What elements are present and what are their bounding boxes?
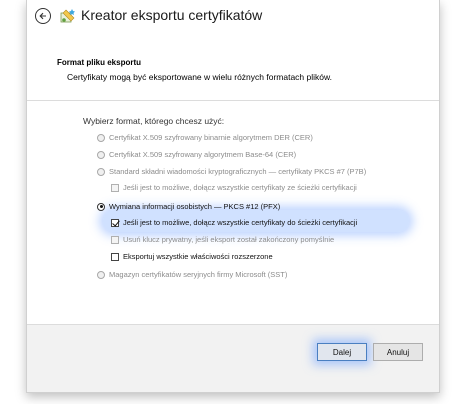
check-delete-private-key[interactable]: Usuń klucz prywatny, jeśli eksport zosta… <box>111 235 334 244</box>
back-button[interactable] <box>35 8 51 24</box>
checkbox[interactable] <box>111 183 119 192</box>
window-title: Kreator eksportu certyfikatów <box>81 7 263 23</box>
radio-button[interactable] <box>97 167 105 176</box>
radio-pkcs7-p7b[interactable]: Standard składni wiadomości kryptografic… <box>97 167 366 176</box>
checkbox[interactable] <box>111 235 119 244</box>
option-label: Magazyn certyfikatów seryjnych firmy Mic… <box>109 270 288 279</box>
check-pfx-include-path[interactable]: Jeśli jest to możliwe, dołącz wszystkie … <box>111 218 357 227</box>
radio-base64-cer[interactable]: Certyfikat X.509 szyfrowany algorytmem B… <box>97 150 296 159</box>
back-arrow-icon <box>39 12 46 20</box>
option-label: Standard składni wiadomości kryptografic… <box>109 167 367 176</box>
radio-button-selected[interactable] <box>97 202 105 211</box>
check-export-extended-properties[interactable]: Eksportuj wszystkie właściwości rozszerz… <box>111 252 273 261</box>
checkbox-checked[interactable] <box>111 218 119 227</box>
choose-format-label: Wybierz format, którego chcesz użyć: <box>83 116 225 126</box>
certificate-wizard-icon <box>60 9 75 23</box>
option-label: Wymiana informacji osobistych — PKCS #12… <box>109 202 281 211</box>
checkbox[interactable] <box>111 252 119 261</box>
section-description: Certyfikaty mogą być eksportowane w wiel… <box>67 72 333 82</box>
option-label: Certyfikat X.509 szyfrowany binarnie alg… <box>109 133 313 142</box>
option-label: Usuń klucz prywatny, jeśli eksport zosta… <box>123 235 335 244</box>
section-title: Format pliku eksportu <box>57 58 142 67</box>
wizard-content: Format pliku eksportu Certyfikaty mogą b… <box>27 34 439 325</box>
cancel-button[interactable]: Anuluj <box>373 343 423 361</box>
option-label: Certyfikat X.509 szyfrowany algorytmem B… <box>109 150 297 159</box>
wizard-window: Kreator eksportu certyfikatów Format pli… <box>26 0 440 393</box>
check-p7b-include-path[interactable]: Jeśli jest to możliwe, dołącz wszystkie … <box>111 183 357 192</box>
radio-button[interactable] <box>97 150 105 159</box>
title-bar: Kreator eksportu certyfikatów <box>27 0 439 34</box>
option-label: Eksportuj wszystkie właściwości rozszerz… <box>123 252 273 261</box>
header-separator <box>27 100 439 101</box>
radio-button[interactable] <box>97 270 105 279</box>
radio-pkcs12-pfx[interactable]: Wymiana informacji osobistych — PKCS #12… <box>97 202 280 211</box>
radio-sst[interactable]: Magazyn certyfikatów seryjnych firmy Mic… <box>97 270 287 279</box>
next-button[interactable]: Dalej <box>317 343 367 361</box>
page: Kreator eksportu certyfikatów Format pli… <box>0 0 462 404</box>
option-label: Jeśli jest to możliwe, dołącz wszystkie … <box>123 218 358 227</box>
option-label: Jeśli jest to możliwe, dołącz wszystkie … <box>123 183 357 192</box>
radio-button[interactable] <box>97 133 105 142</box>
radio-der-cer[interactable]: Certyfikat X.509 szyfrowany binarnie alg… <box>97 133 313 142</box>
